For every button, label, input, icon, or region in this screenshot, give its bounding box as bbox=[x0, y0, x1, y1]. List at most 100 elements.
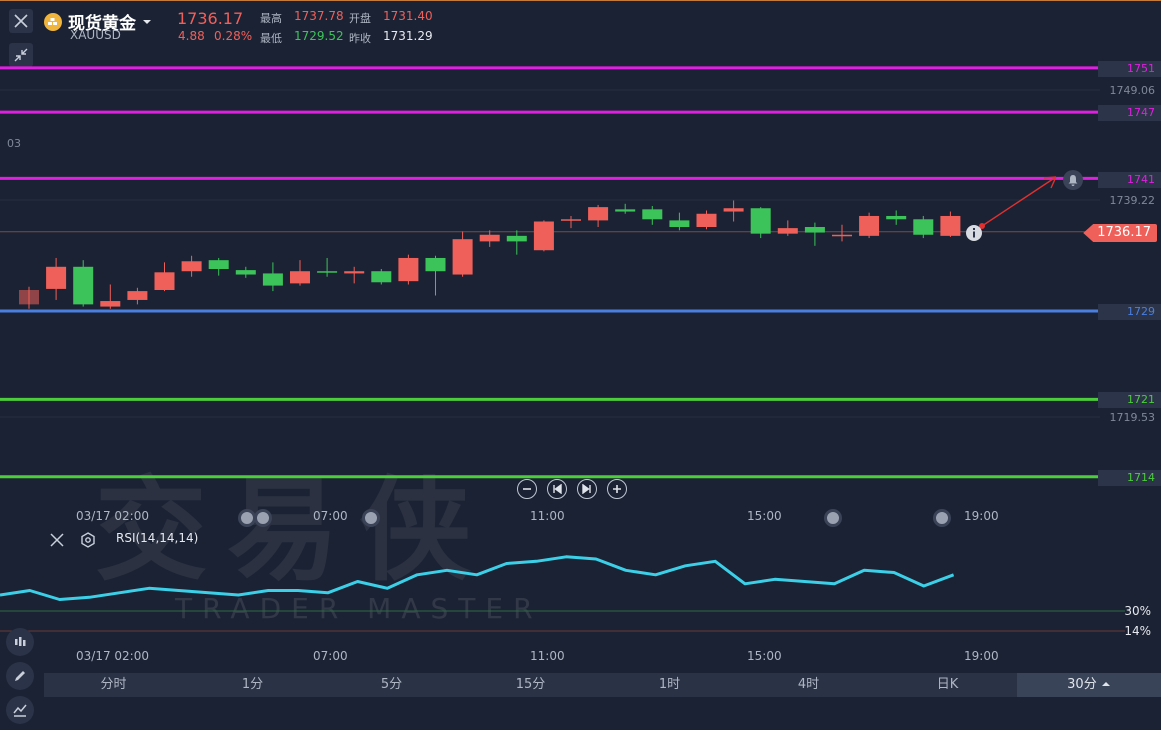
candle-body bbox=[290, 271, 310, 284]
time-label: 11:00 bbox=[530, 509, 565, 523]
candles-icon bbox=[15, 637, 26, 646]
price-grid-label: 1749.06 bbox=[1109, 84, 1156, 97]
event-marker[interactable] bbox=[824, 509, 842, 527]
rsi-line bbox=[0, 555, 955, 601]
candle-body bbox=[886, 215, 907, 220]
minus-icon bbox=[523, 488, 531, 490]
info-icon bbox=[973, 228, 975, 238]
close-icon bbox=[50, 533, 64, 547]
candle-body bbox=[344, 271, 365, 274]
tab-4hour[interactable]: 4时 bbox=[739, 673, 878, 697]
level-tag-1721[interactable]: 1721 bbox=[1098, 392, 1161, 408]
candle-body bbox=[425, 257, 446, 272]
zoom-controls bbox=[517, 479, 627, 499]
skip-forward-icon bbox=[582, 484, 591, 494]
candle-body bbox=[696, 213, 717, 228]
candle-body bbox=[19, 290, 39, 305]
draw-tool-button[interactable] bbox=[6, 662, 34, 690]
scroll-start-button[interactable] bbox=[547, 479, 567, 499]
level-tag-1747[interactable]: 1747 bbox=[1098, 105, 1161, 121]
rsi-level-14: 14% bbox=[1124, 624, 1151, 638]
time-label: 11:00 bbox=[530, 649, 565, 663]
scroll-end-button[interactable] bbox=[577, 479, 597, 499]
chart-line-icon bbox=[13, 704, 27, 717]
left-axis-fragment: 03 bbox=[7, 137, 21, 150]
level-tag-1714[interactable]: 1714 bbox=[1098, 470, 1161, 486]
tab-30min-label: 30分 bbox=[1067, 677, 1097, 692]
candle-body bbox=[506, 235, 527, 242]
zoom-in-button[interactable] bbox=[607, 479, 627, 499]
candle-body bbox=[100, 301, 121, 307]
candle-body bbox=[669, 220, 690, 228]
line-tool-button[interactable] bbox=[6, 696, 34, 724]
indicator-tool-button[interactable] bbox=[6, 628, 34, 656]
candle-body bbox=[479, 234, 500, 242]
level-tag-1729[interactable]: 1729 bbox=[1098, 304, 1161, 320]
candle-body bbox=[262, 273, 283, 286]
candle-body bbox=[398, 257, 419, 282]
candle-body bbox=[208, 260, 229, 270]
time-label: 07:00 bbox=[313, 649, 348, 663]
time-label: 07:00 bbox=[313, 509, 348, 523]
rsi-label: RSI(14,14,14) bbox=[116, 531, 199, 545]
candle-body bbox=[832, 234, 852, 237]
tab-fenshi[interactable]: 分时 bbox=[44, 673, 183, 697]
time-label: 19:00 bbox=[964, 509, 999, 523]
candle-body bbox=[154, 272, 175, 291]
price-grid-label: 1739.22 bbox=[1109, 194, 1156, 207]
event-marker[interactable] bbox=[254, 509, 272, 527]
candle-body bbox=[940, 215, 961, 236]
pencil-icon bbox=[15, 671, 25, 681]
period-tabs: 分时 1分 5分 15分 1时 4时 日K 30分 bbox=[44, 673, 1161, 697]
candle-body bbox=[913, 219, 934, 235]
candle-body bbox=[317, 271, 338, 273]
time-label: 19:00 bbox=[964, 649, 999, 663]
time-axis-rsi: 03/17 02:00 07:00 11:00 15:00 19:00 bbox=[0, 649, 1100, 665]
event-marker[interactable] bbox=[933, 509, 951, 527]
candle-body bbox=[452, 239, 473, 275]
candle-body bbox=[777, 228, 798, 234]
candle-body bbox=[642, 209, 663, 220]
chart-canvas bbox=[0, 66, 1125, 632]
candle-body bbox=[804, 227, 825, 233]
info-marker[interactable] bbox=[966, 225, 982, 241]
skip-back-icon bbox=[553, 484, 562, 494]
tab-15min[interactable]: 15分 bbox=[461, 673, 600, 697]
tab-30min[interactable]: 30分 bbox=[1017, 673, 1161, 697]
rsi-level-30: 30% bbox=[1124, 604, 1151, 618]
alert-button[interactable] bbox=[1063, 170, 1083, 190]
rsi-close-button[interactable] bbox=[50, 533, 64, 550]
tab-1hour[interactable]: 1时 bbox=[600, 673, 739, 697]
candle-body bbox=[615, 209, 636, 212]
plus-icon bbox=[613, 485, 621, 493]
bell-icon bbox=[1068, 175, 1078, 186]
candle-body bbox=[371, 271, 392, 283]
candle-body bbox=[46, 266, 67, 289]
time-label: 03/17 02:00 bbox=[76, 509, 149, 523]
current-price-tag: 1736.17 bbox=[1083, 224, 1157, 242]
time-label: 15:00 bbox=[747, 649, 782, 663]
settings-icon bbox=[81, 532, 95, 548]
level-tag-1751[interactable]: 1751 bbox=[1098, 61, 1161, 77]
candle-body bbox=[750, 208, 771, 234]
candle-body bbox=[561, 219, 581, 221]
rsi-settings-button[interactable] bbox=[80, 532, 96, 551]
event-marker[interactable] bbox=[362, 509, 380, 527]
trend-arrow[interactable] bbox=[979, 176, 1057, 229]
candle-body bbox=[181, 261, 202, 272]
time-label: 15:00 bbox=[747, 509, 782, 523]
candle-body bbox=[73, 266, 94, 305]
candle-body bbox=[127, 291, 148, 300]
tab-1min[interactable]: 1分 bbox=[183, 673, 322, 697]
caret-up-icon bbox=[1101, 682, 1110, 686]
candle-body bbox=[859, 215, 880, 236]
candle-body bbox=[588, 207, 609, 221]
candle-body bbox=[723, 208, 744, 212]
level-tag-1741[interactable]: 1741 bbox=[1098, 172, 1161, 188]
tab-daily[interactable]: 日K bbox=[878, 673, 1017, 697]
candle-body bbox=[533, 221, 554, 251]
tab-5min[interactable]: 5分 bbox=[322, 673, 461, 697]
price-grid-label: 1719.53 bbox=[1109, 411, 1156, 424]
zoom-out-button[interactable] bbox=[517, 479, 537, 499]
left-toolbar bbox=[0, 628, 40, 730]
